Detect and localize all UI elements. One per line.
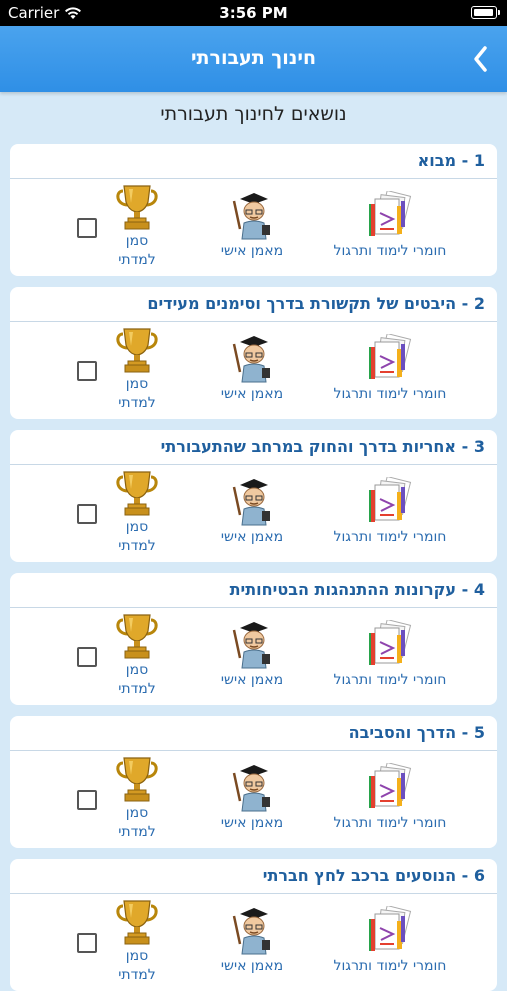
mark-learned-button[interactable]: סמן למדתי <box>102 755 172 841</box>
personal-coach-button[interactable]: מאמן אישי <box>202 334 302 402</box>
personal-coach-button[interactable]: מאמן אישי <box>202 191 302 259</box>
topic-title[interactable]: 2 - היבטים של תקשורת בדרך וסימנים מעידים <box>10 287 497 322</box>
mark-learned-label-2: למדתי <box>118 681 156 697</box>
trophy-icon <box>116 328 158 373</box>
books-icon <box>369 191 412 236</box>
trophy-icon <box>116 471 158 516</box>
study-materials-button[interactable]: חומרי לימוד ותרגול <box>320 906 460 974</box>
books-icon <box>369 477 412 522</box>
status-bar: Carrier 3:56 PM <box>0 0 507 26</box>
topic-title[interactable]: 3 - אחריות בדרך והחוק במרחב שהתעבורתי <box>10 430 497 465</box>
topic-title[interactable]: 4 - עקרונות ההתנהגות הבטיחותית <box>10 573 497 608</box>
study-materials-button[interactable]: חומרי לימוד ותרגול <box>320 191 460 259</box>
personal-coach-label: מאמן אישי <box>220 815 284 831</box>
topic-card-6: 6 - הנוסעים ברכב לחץ חברתי חומרי לימוד ו… <box>10 859 497 991</box>
personal-coach-button[interactable]: מאמן אישי <box>202 477 302 545</box>
study-materials-label: חומרי לימוד ותרגול <box>333 243 447 259</box>
coach-icon <box>232 622 270 669</box>
study-materials-label: חומרי לימוד ותרגול <box>333 386 447 402</box>
trophy-icon <box>116 900 158 945</box>
mark-learned-label-2: למדתי <box>118 824 156 840</box>
topic-card-2: 2 - היבטים של תקשורת בדרך וסימנים מעידים… <box>10 287 497 419</box>
topic-title[interactable]: 6 - הנוסעים ברכב לחץ חברתי <box>10 859 497 894</box>
coach-icon <box>232 765 270 812</box>
books-icon <box>369 763 412 808</box>
mark-learned-button[interactable]: סמן למדתי <box>102 898 172 984</box>
trophy-icon <box>116 614 158 659</box>
topic-actions: חומרי לימוד ותרגול מאמן אישי סמן למדתי <box>10 322 497 419</box>
mark-learned-label-1: סמן <box>125 233 149 249</box>
topic-actions: חומרי לימוד ותרגול מאמן אישי סמן למדתי <box>10 608 497 705</box>
mark-learned-label-2: למדתי <box>118 252 156 268</box>
status-time: 3:56 PM <box>219 4 288 22</box>
study-materials-label: חומרי לימוד ותרגול <box>333 815 447 831</box>
chevron-left-icon[interactable] <box>469 43 493 75</box>
study-materials-button[interactable]: חומרי לימוד ותרגול <box>320 620 460 688</box>
topic-card-3: 3 - אחריות בדרך והחוק במרחב שהתעבורתי חו… <box>10 430 497 562</box>
mark-learned-button[interactable]: סמן למדתי <box>102 469 172 555</box>
books-icon <box>369 906 412 951</box>
mark-learned-button[interactable]: סמן למדתי <box>102 183 172 269</box>
study-materials-label: חומרי לימוד ותרגול <box>333 958 447 974</box>
personal-coach-label: מאמן אישי <box>220 672 284 688</box>
battery-icon <box>471 6 500 19</box>
topic-actions: חומרי לימוד ותרגול מאמן אישי סמן למדתי <box>10 179 497 276</box>
personal-coach-button[interactable]: מאמן אישי <box>202 763 302 831</box>
personal-coach-label: מאמן אישי <box>220 958 284 974</box>
study-materials-label: חומרי לימוד ותרגול <box>333 672 447 688</box>
navigation-bar: חינוך תעבורתי <box>0 26 507 92</box>
learned-checkbox[interactable] <box>77 790 97 810</box>
topic-title[interactable]: 5 - הדרך והסביבה <box>10 716 497 751</box>
topic-actions: חומרי לימוד ותרגול מאמן אישי סמן למדתי <box>10 465 497 562</box>
mark-learned-button[interactable]: סמן למדתי <box>102 326 172 412</box>
mark-learned-label-1: סמן <box>125 662 149 678</box>
mark-learned-label-2: למדתי <box>118 395 156 411</box>
personal-coach-label: מאמן אישי <box>220 529 284 545</box>
section-title: נושאים לחינוך תעבורתי <box>160 103 347 125</box>
mark-learned-label-2: למדתי <box>118 538 156 554</box>
trophy-icon <box>116 185 158 230</box>
learned-checkbox[interactable] <box>77 218 97 238</box>
mark-learned-label-2: למדתי <box>118 967 156 983</box>
coach-icon <box>232 908 270 955</box>
topic-card-4: 4 - עקרונות ההתנהגות הבטיחותית חומרי לימ… <box>10 573 497 705</box>
nav-title: חינוך תעבורתי <box>190 47 317 69</box>
study-materials-button[interactable]: חומרי לימוד ותרגול <box>320 477 460 545</box>
study-materials-button[interactable]: חומרי לימוד ותרגול <box>320 334 460 402</box>
learned-checkbox[interactable] <box>77 647 97 667</box>
mark-learned-label-1: סמן <box>125 519 149 535</box>
topic-title[interactable]: 1 - מבוא <box>10 144 497 179</box>
personal-coach-label: מאמן אישי <box>220 386 284 402</box>
study-materials-button[interactable]: חומרי לימוד ותרגול <box>320 763 460 831</box>
mark-learned-label-1: סמן <box>125 376 149 392</box>
personal-coach-label: מאמן אישי <box>220 243 284 259</box>
topic-actions: חומרי לימוד ותרגול מאמן אישי סמן למדתי <box>10 751 497 848</box>
learned-checkbox[interactable] <box>77 361 97 381</box>
mark-learned-button[interactable]: סמן למדתי <box>102 612 172 698</box>
topic-card-5: 5 - הדרך והסביבה חומרי לימוד ותרגול מאמן… <box>10 716 497 848</box>
personal-coach-button[interactable]: מאמן אישי <box>202 620 302 688</box>
books-icon <box>369 620 412 665</box>
topic-actions: חומרי לימוד ותרגול מאמן אישי סמן למדתי <box>10 894 497 991</box>
coach-icon <box>232 479 270 526</box>
coach-icon <box>232 193 270 240</box>
coach-icon <box>232 336 270 383</box>
study-materials-label: חומרי לימוד ותרגול <box>333 529 447 545</box>
books-icon <box>369 334 412 379</box>
topic-card-1: 1 - מבוא חומרי לימוד ותרגול מאמן אישי סמ… <box>10 144 497 276</box>
mark-learned-label-1: סמן <box>125 948 149 964</box>
learned-checkbox[interactable] <box>77 504 97 524</box>
learned-checkbox[interactable] <box>77 933 97 953</box>
mark-learned-label-1: סמן <box>125 805 149 821</box>
personal-coach-button[interactable]: מאמן אישי <box>202 906 302 974</box>
trophy-icon <box>116 757 158 802</box>
